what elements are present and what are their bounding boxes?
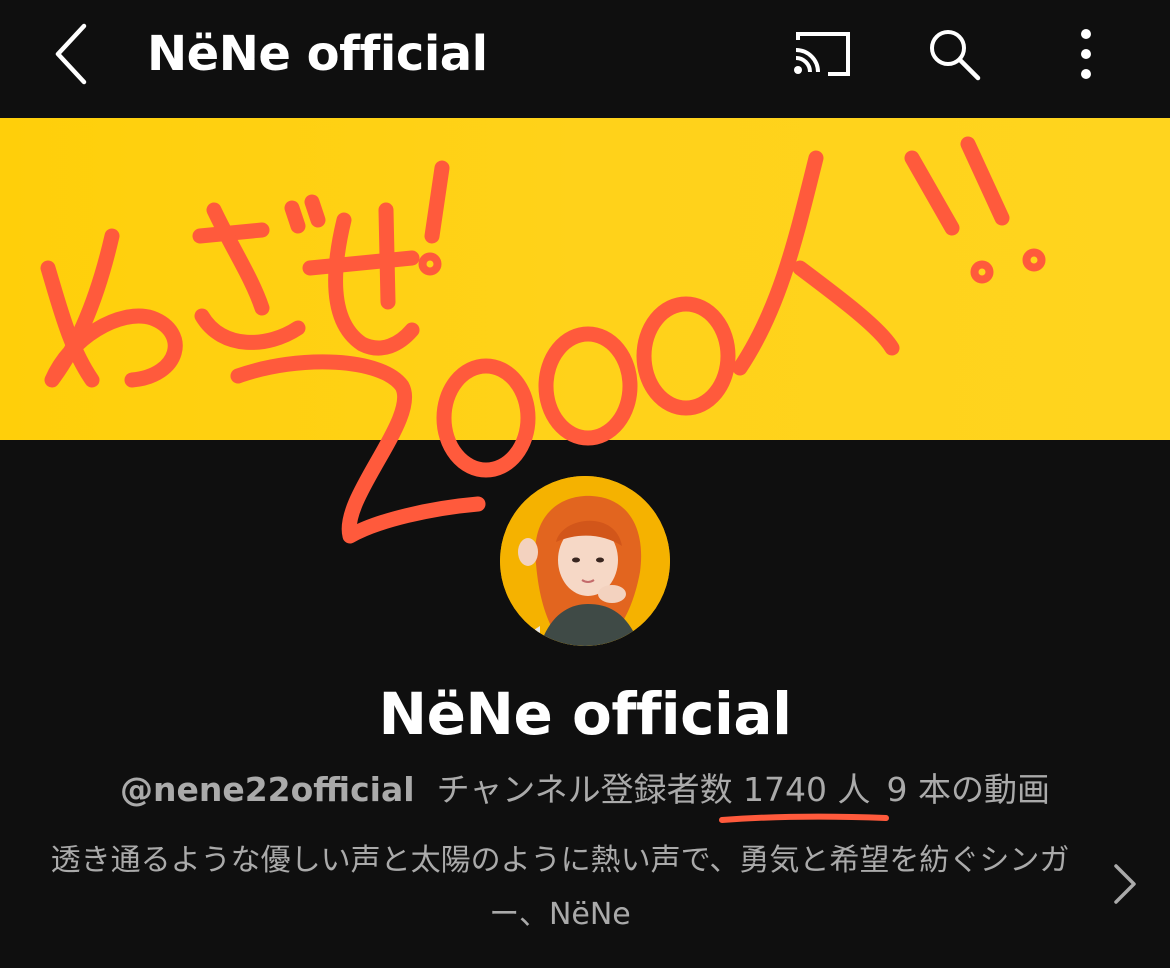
channel-handle: @nene22official	[119, 770, 415, 809]
top-app-bar: NëNe official	[0, 0, 1170, 118]
subscriber-underline-mark	[719, 813, 889, 823]
chevron-right-icon	[1114, 864, 1136, 904]
channel-avatar[interactable]	[500, 476, 670, 646]
channel-name: NëNe official	[378, 680, 792, 748]
channel-meta-row: @nene22official チャンネル登録者数 1740 人 9 本の動画	[0, 766, 1170, 814]
back-button[interactable]	[44, 20, 100, 88]
channel-banner	[0, 118, 1170, 440]
more-options-button[interactable]	[1050, 22, 1122, 86]
channel-description[interactable]: 透き通るような優しい声と太陽のように熱い声で、勇気と希望を紡ぐシンガー、NëNe	[40, 834, 1080, 942]
more-vertical-icon	[1081, 29, 1091, 79]
subscriber-count: チャンネル登録者数 1740 人	[436, 770, 871, 809]
search-button[interactable]	[918, 22, 990, 86]
video-count: 9 本の動画	[886, 770, 1051, 809]
app-bar-title: NëNe official	[147, 26, 488, 82]
cast-icon	[794, 32, 850, 76]
search-icon	[930, 30, 981, 81]
back-chevron-icon	[55, 23, 87, 85]
more-about-button[interactable]	[1104, 858, 1144, 910]
cast-button[interactable]	[784, 22, 856, 86]
avatar-photo	[500, 476, 670, 646]
